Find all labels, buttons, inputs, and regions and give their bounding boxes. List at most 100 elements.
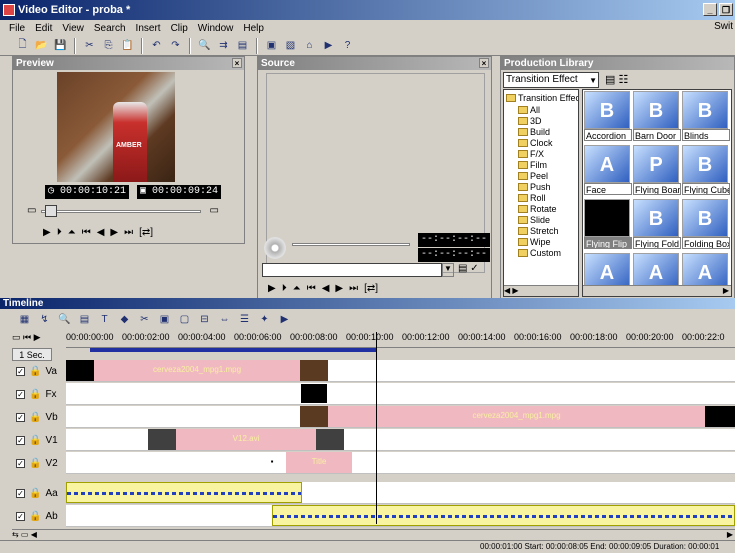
- tree-item-wipe[interactable]: Wipe: [518, 236, 551, 247]
- work-area-bar[interactable]: [90, 348, 376, 352]
- tree-item-fx[interactable]: F/X: [518, 148, 544, 159]
- find-next-icon[interactable]: ⇉: [215, 38, 232, 54]
- play-icon[interactable]: ▶: [43, 227, 51, 238]
- step-back-icon[interactable]: ◀: [322, 283, 330, 294]
- tree-hscrollbar[interactable]: ◀ ▶: [504, 285, 578, 296]
- step-forward-icon[interactable]: ▶: [335, 283, 343, 294]
- tree-item-3d[interactable]: 3D: [518, 115, 542, 126]
- tree-item-slide[interactable]: Slide: [518, 214, 550, 225]
- cut-icon[interactable]: ✂: [81, 38, 98, 54]
- thumb-blinds[interactable]: B Blinds: [682, 91, 730, 141]
- track-enable-checkbox[interactable]: ✓: [16, 389, 25, 399]
- tree-item-stretch[interactable]: Stretch: [518, 225, 559, 236]
- play-marks-icon[interactable]: ⏵: [282, 283, 287, 294]
- step-forward-icon[interactable]: ▶: [110, 227, 118, 238]
- open-folder-icon[interactable]: 📂: [33, 38, 50, 54]
- menu-search[interactable]: Search: [89, 23, 131, 34]
- lock-icon[interactable]: 🔒: [29, 435, 41, 446]
- split-icon[interactable]: ✂: [136, 311, 153, 327]
- thumb-flying-fold[interactable]: B Flying Fold: [633, 199, 681, 249]
- zoom-icon[interactable]: 🔍: [56, 311, 73, 327]
- video-clip[interactable]: V12.avi: [176, 429, 316, 450]
- menu-clip[interactable]: Clip: [166, 23, 193, 34]
- source-options-icon[interactable]: ▤ ✓: [458, 263, 479, 274]
- close-icon[interactable]: ×: [232, 58, 242, 68]
- render-icon[interactable]: ▶: [276, 311, 293, 327]
- save-icon[interactable]: 💾: [52, 38, 69, 54]
- lock-icon[interactable]: 🔒: [29, 412, 41, 423]
- scroll-right-icon[interactable]: ▶: [727, 530, 733, 539]
- menu-window[interactable]: Window: [193, 23, 239, 34]
- timeline-window-icon[interactable]: ▶: [320, 38, 337, 54]
- align-icon[interactable]: ☰: [236, 311, 253, 327]
- thumb-flying-flip[interactable]: Flying Flip: [584, 199, 632, 249]
- menu-insert[interactable]: Insert: [131, 23, 166, 34]
- undo-icon[interactable]: ↶: [148, 38, 165, 54]
- tree-item-build[interactable]: Build: [518, 126, 550, 137]
- tree-item-peel[interactable]: Peel: [518, 170, 548, 181]
- clip-icon[interactable]: ▤: [76, 311, 93, 327]
- timeline-ruler[interactable]: 00:00:00:00 00:00:02:00 00:00:04:00 00:0…: [66, 332, 735, 348]
- source-scrubber[interactable]: [292, 239, 412, 249]
- play-marks-icon[interactable]: ⏵: [57, 227, 62, 238]
- menu-edit[interactable]: Edit: [30, 23, 57, 34]
- video-clip-thumbnail[interactable]: [148, 429, 176, 450]
- menu-file[interactable]: File: [4, 23, 30, 34]
- track-enable-checkbox[interactable]: ✓: [16, 412, 25, 422]
- source-window-icon[interactable]: ▧: [282, 38, 299, 54]
- thumb-accordion[interactable]: B Accordion: [584, 91, 632, 141]
- tree-item-rotate[interactable]: Rotate: [518, 203, 557, 214]
- lock-icon[interactable]: 🔒: [29, 458, 41, 469]
- track-lane[interactable]: cerveza2004_mpg1.mpg: [66, 406, 735, 428]
- tree-item-film[interactable]: Film: [518, 159, 547, 170]
- new-file-icon[interactable]: 🗋: [14, 38, 31, 54]
- marker-icon[interactable]: ◆: [116, 311, 133, 327]
- play-loop-icon[interactable]: ⏶: [68, 227, 76, 238]
- menu-switch[interactable]: Swit: [714, 21, 733, 32]
- audio-clip[interactable]: [66, 482, 302, 503]
- thumb-flying-cube[interactable]: B Flying Cube: [682, 145, 730, 195]
- tree-item-roll[interactable]: Roll: [518, 192, 546, 203]
- mark-out-icon[interactable]: ▭: [210, 205, 219, 216]
- play-icon[interactable]: ▶: [268, 283, 276, 294]
- track-lane[interactable]: [66, 505, 735, 527]
- transition-clip[interactable]: [300, 383, 328, 404]
- lock-icon[interactable]: 🔒: [29, 488, 41, 499]
- library-window-icon[interactable]: ⌂: [301, 38, 318, 54]
- tree-item-clock[interactable]: Clock: [518, 137, 553, 148]
- timeline-hscrollbar[interactable]: ⇆ ▭ ◀ ▶: [12, 529, 735, 540]
- zoom-icons[interactable]: ⇆ ▭ ◀: [12, 530, 37, 539]
- track-lane[interactable]: [66, 482, 735, 504]
- restore-button[interactable]: ❐: [719, 3, 733, 16]
- track-lane[interactable]: cerveza2004_mpg1.mpg: [66, 360, 735, 382]
- track-enable-checkbox[interactable]: ✓: [16, 511, 25, 521]
- thumb-face[interactable]: A Face: [584, 145, 632, 195]
- title-clip[interactable]: Title: [286, 452, 352, 473]
- paste-icon[interactable]: 📋: [119, 38, 136, 54]
- library-category-select[interactable]: Transition Effect ▼: [503, 72, 599, 88]
- find-icon[interactable]: 🔍: [196, 38, 213, 54]
- timeline-nav-icons[interactable]: ▭ ⏮ ▶: [12, 332, 66, 346]
- video-clip[interactable]: cerveza2004_mpg1.mpg: [328, 406, 705, 427]
- tree-item-push[interactable]: Push: [518, 181, 551, 192]
- track-lane[interactable]: ▪ Title: [66, 452, 735, 474]
- video-clip-thumbnail[interactable]: [316, 429, 344, 450]
- thumb-barn-door[interactable]: B Barn Door: [633, 91, 681, 141]
- scrubber-thumb[interactable]: [45, 205, 57, 217]
- storyboard-icon[interactable]: ▦: [16, 311, 33, 327]
- track-enable-checkbox[interactable]: ✓: [16, 488, 25, 498]
- chevron-down-icon[interactable]: ▼: [589, 74, 597, 88]
- group-icon[interactable]: ▣: [156, 311, 173, 327]
- properties-icon[interactable]: ▤: [234, 38, 251, 54]
- copy-icon[interactable]: ⎘: [100, 38, 117, 54]
- track-lane[interactable]: [66, 383, 735, 405]
- step-back-icon[interactable]: ◀: [97, 227, 105, 238]
- trim-icon[interactable]: ⇔: [216, 311, 233, 327]
- thumbs-hscrollbar[interactable]: ▶: [583, 285, 731, 296]
- video-clip-thumbnail[interactable]: [300, 360, 328, 381]
- thumb-folding-box[interactable]: B Folding Box: [682, 199, 730, 249]
- tree-item-all[interactable]: All: [518, 104, 540, 115]
- lock-icon[interactable]: 🔒: [29, 389, 41, 400]
- ripple-icon[interactable]: ↯: [36, 311, 53, 327]
- go-end-icon[interactable]: ⏭: [124, 227, 133, 238]
